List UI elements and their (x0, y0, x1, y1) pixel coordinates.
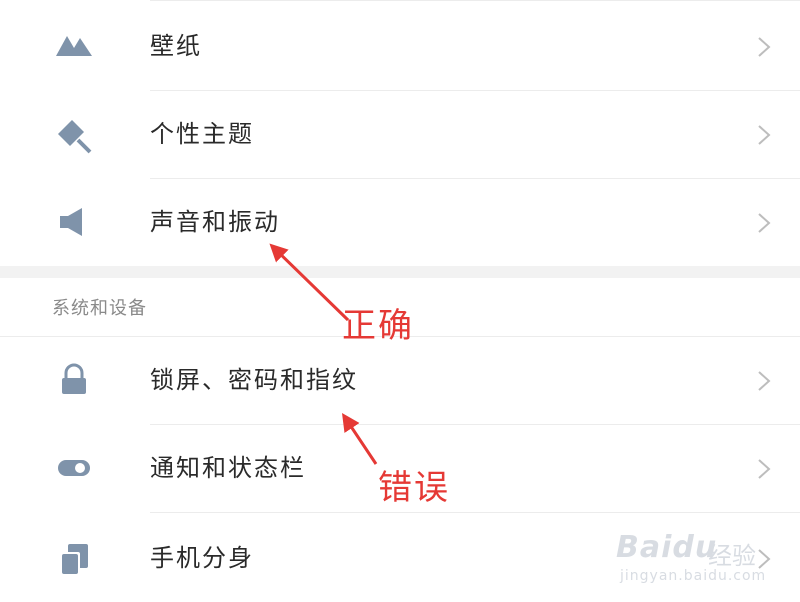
watermark-url: jingyan.baidu.com (620, 568, 767, 584)
settings-item-label: 锁屏、密码和指纹 (150, 366, 358, 394)
dual-phone-icon (54, 538, 94, 578)
settings-item-sound[interactable]: 声音和振动 (0, 178, 800, 266)
watermark-logo: Baidu (616, 530, 718, 565)
chevron-right-icon (754, 369, 774, 393)
settings-item-label: 个性主题 (150, 120, 254, 148)
chevron-right-icon (754, 123, 774, 147)
speaker-icon (54, 202, 94, 242)
lock-icon (54, 360, 94, 400)
theme-brush-icon (54, 114, 94, 154)
settings-item-label: 声音和振动 (150, 208, 280, 236)
settings-item-lock-screen[interactable]: 锁屏、密码和指纹 (0, 336, 800, 424)
settings-item-label: 手机分身 (150, 544, 254, 572)
divider-top (150, 0, 800, 1)
settings-item-wallpaper[interactable]: 壁纸 (0, 2, 800, 90)
chevron-right-icon (754, 211, 774, 235)
baidu-jingyan-watermark: Baidu 经验 jingyan.baidu.com (612, 512, 792, 596)
watermark-cn: 经验 (708, 542, 756, 570)
settings-item-theme[interactable]: 个性主题 (0, 90, 800, 178)
chevron-right-icon (754, 457, 774, 481)
section-separator (0, 266, 800, 278)
mountain-icon (54, 26, 94, 66)
toggle-icon (54, 448, 94, 488)
chevron-right-icon (754, 35, 774, 59)
annotation-wrong: 错误 (378, 468, 450, 508)
section-header-system: 系统和设备 (52, 298, 147, 319)
annotation-correct: 正确 (342, 306, 414, 346)
settings-item-label: 通知和状态栏 (150, 454, 306, 482)
settings-item-label: 壁纸 (150, 32, 202, 60)
